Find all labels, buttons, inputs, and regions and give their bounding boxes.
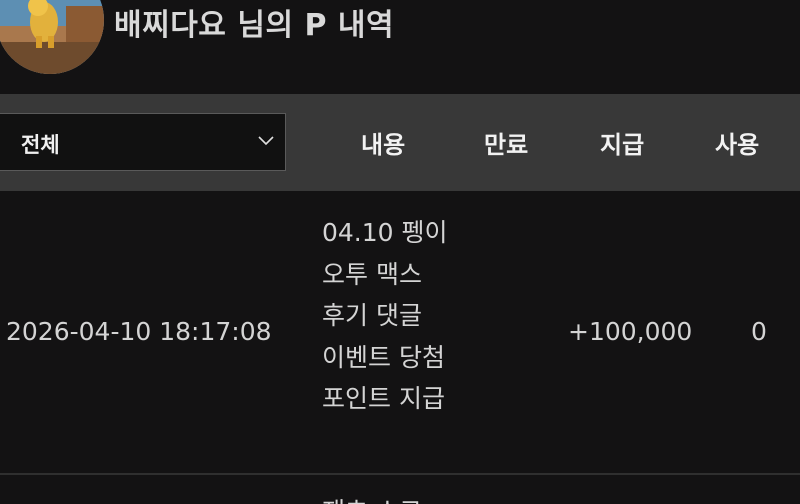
column-header-expire: 만료 — [484, 131, 529, 159]
profile-header: 배찌다요 님의 P 내역 — [0, 0, 800, 94]
table-header: 전체 내용 만료 지급 사용 — [0, 94, 800, 191]
row-paid-amount: +100,000 — [568, 317, 693, 346]
points-history-page: 배찌다요 님의 P 내역 전체 내용 만료 지급 사용 2026-04-10 1… — [0, 0, 800, 504]
row-date: 2026-04-10 18:17:08 — [6, 317, 272, 346]
column-header-paid: 지급 — [600, 131, 645, 159]
row-divider — [0, 473, 800, 475]
filter-selected-value: 전체 — [21, 133, 60, 157]
column-header-used: 사용 — [715, 131, 760, 159]
filter-select[interactable]: 전체 — [0, 113, 286, 171]
table-row: 2026-04-10 18:17:08 04.10 펭이 오투 맥스 후기 댓글… — [0, 191, 800, 473]
avatar — [0, 0, 104, 74]
chevron-down-icon — [258, 136, 274, 146]
next-row-content: 재초 스코 — [322, 492, 422, 504]
column-header-content: 내용 — [361, 131, 406, 159]
row-content: 04.10 펭이 오투 맥스 후기 댓글 이벤트 당첨 포인트 지급 — [322, 218, 448, 413]
page-title: 배찌다요 님의 P 내역 — [114, 8, 395, 43]
row-used-amount: 0 — [751, 317, 767, 346]
